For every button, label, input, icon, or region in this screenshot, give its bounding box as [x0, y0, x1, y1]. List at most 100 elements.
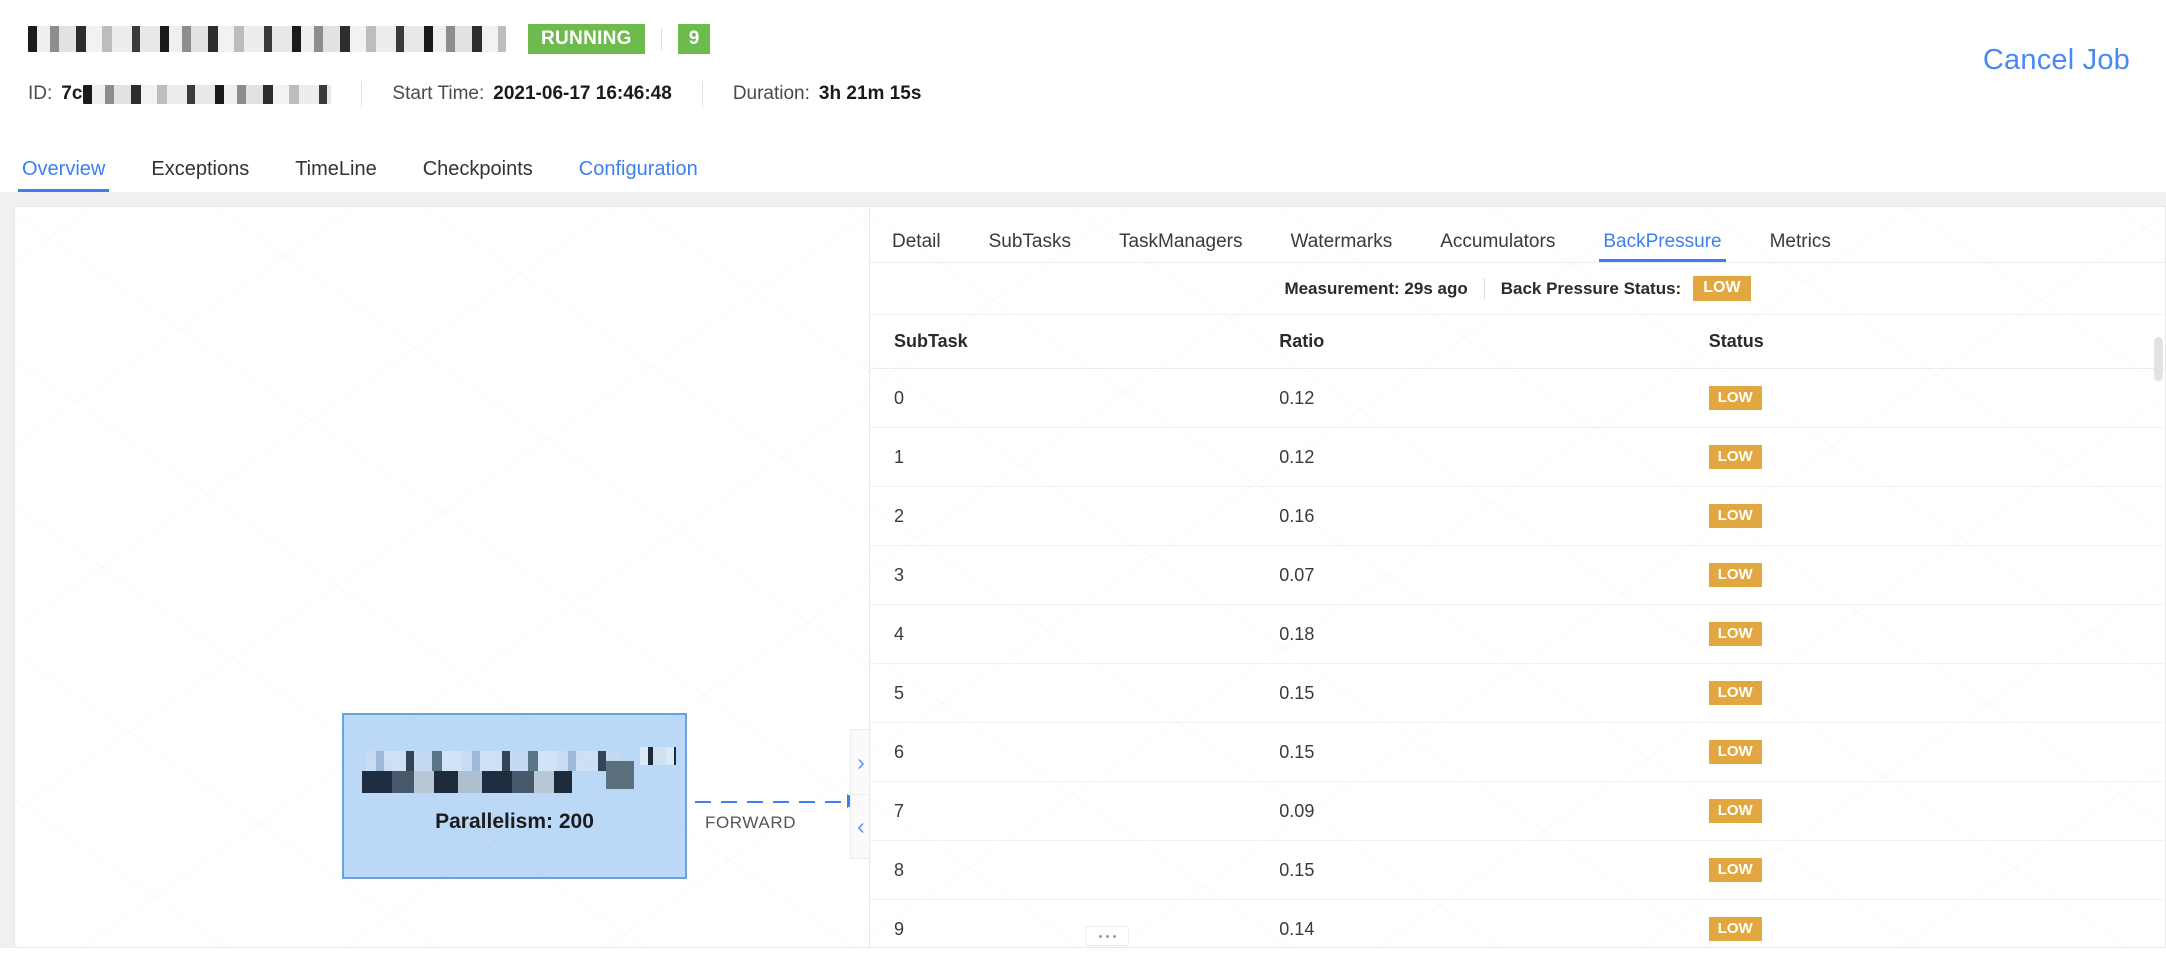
node-title-redacted-block	[606, 761, 634, 789]
dashboard-body: Parallelism: 200 FORWARD › ‹ Detail SubT…	[0, 192, 2166, 948]
cell-subtask: 4	[870, 604, 1280, 664]
dot-icon	[1105, 934, 1109, 938]
duration-value: 3h 21m 15s	[818, 83, 922, 104]
node-title-redacted-line2	[362, 771, 572, 793]
pane-collapse-controls: › ‹	[850, 729, 869, 859]
cell-ratio: 0.07	[1279, 545, 1709, 605]
meta-divider-1	[361, 81, 363, 107]
table-row[interactable]: 4 0.18 LOW	[870, 604, 2165, 664]
column-header-subtask[interactable]: SubTask	[870, 315, 1280, 369]
cell-ratio: 0.15	[1279, 722, 1709, 782]
meta-divider-2	[701, 81, 703, 107]
table-row[interactable]: 8 0.15 LOW	[870, 840, 2165, 900]
cell-ratio: 0.12	[1279, 427, 1709, 487]
cell-ratio: 0.18	[1279, 604, 1709, 664]
cell-status: LOW	[1708, 781, 2165, 841]
id-value: 7c	[61, 83, 83, 104]
cell-ratio: 0.15	[1279, 840, 1709, 900]
cell-subtask: 6	[870, 722, 1280, 782]
cell-ratio: 0.16	[1279, 486, 1709, 546]
pane-resize-handle[interactable]	[1085, 926, 1129, 946]
back-pressure-status-label: Back Pressure Status:	[1500, 278, 1682, 298]
table-row[interactable]: 6 0.15 LOW	[870, 722, 2165, 782]
job-graph-pane[interactable]: Parallelism: 200 FORWARD › ‹	[14, 206, 869, 948]
subtab-taskmanagers[interactable]: TaskManagers	[1119, 232, 1243, 262]
job-header: RUNNING 9 ID: 7c Start Time: 2021-06-17 …	[0, 0, 2166, 140]
detail-scrollbar-thumb[interactable]	[2154, 337, 2163, 381]
table-row[interactable]: 3 0.07 LOW	[870, 545, 2165, 605]
chevron-left-icon[interactable]: ‹	[850, 794, 869, 859]
job-meta-row: ID: 7c Start Time: 2021-06-17 16:46:48 D…	[28, 81, 2166, 107]
cell-status: LOW	[1708, 545, 2165, 605]
count-badge: 9	[677, 24, 711, 54]
cell-status: LOW	[1708, 899, 2165, 947]
table-row[interactable]: 1 0.12 LOW	[870, 427, 2165, 487]
subtab-subtasks[interactable]: SubTasks	[989, 232, 1071, 262]
cell-subtask: 7	[870, 781, 1280, 841]
table-row[interactable]: 7 0.09 LOW	[870, 781, 2165, 841]
start-time-label: Start Time:	[392, 83, 485, 104]
subtab-watermarks[interactable]: Watermarks	[1291, 232, 1393, 262]
cell-status: LOW	[1708, 840, 2165, 900]
graph-edge-line	[695, 801, 855, 803]
node-parallelism-label: Parallelism: 200	[435, 810, 594, 833]
id-label: ID:	[28, 83, 53, 104]
table-row[interactable]: 5 0.15 LOW	[870, 663, 2165, 723]
subtab-backpressure[interactable]: BackPressure	[1599, 232, 1726, 262]
operator-detail-pane: Detail SubTasks TaskManagers Watermarks …	[869, 206, 2166, 948]
cell-status: LOW	[1708, 722, 2165, 782]
detail-scrollbar[interactable]	[2154, 337, 2163, 937]
cell-status: LOW	[1708, 368, 2165, 428]
back-pressure-status-badge: LOW	[1693, 276, 1751, 301]
cell-subtask: 3	[870, 545, 1280, 605]
tab-overview[interactable]: Overview	[17, 159, 110, 192]
cell-subtask: 1	[870, 427, 1280, 487]
table-row[interactable]: 0 0.12 LOW	[870, 368, 2165, 428]
job-title-redacted	[28, 26, 506, 52]
status-badge: LOW	[1708, 799, 1762, 823]
table-row[interactable]: 2 0.16 LOW	[870, 486, 2165, 546]
cell-status: LOW	[1708, 486, 2165, 546]
job-title-row: RUNNING 9	[28, 18, 2166, 60]
tab-configuration[interactable]: Configuration	[579, 159, 698, 192]
subtab-detail[interactable]: Detail	[892, 232, 941, 262]
status-badge: LOW	[1708, 681, 1762, 705]
table-row[interactable]: 9 0.14 LOW	[870, 899, 2165, 947]
status-badge: RUNNING	[528, 24, 645, 54]
status-badge: LOW	[1708, 917, 1762, 941]
cell-ratio: 0.15	[1279, 663, 1709, 723]
cell-status: LOW	[1708, 663, 2165, 723]
graph-node-operator[interactable]: Parallelism: 200	[342, 713, 687, 879]
main-tab-bar: Overview Exceptions TimeLine Checkpoints…	[0, 140, 2166, 192]
tab-timeline[interactable]: TimeLine	[295, 159, 377, 192]
subtab-accumulators[interactable]: Accumulators	[1440, 232, 1555, 262]
dot-icon	[1098, 934, 1102, 938]
status-badge: LOW	[1708, 386, 1762, 410]
status-badge: LOW	[1708, 858, 1762, 882]
dot-icon	[1112, 934, 1116, 938]
node-title-redacted-tail	[640, 747, 676, 765]
status-badge: LOW	[1708, 622, 1762, 646]
table-header-row: SubTask Ratio Status	[870, 315, 2165, 369]
chevron-right-icon[interactable]: ›	[850, 729, 869, 794]
subtab-metrics[interactable]: Metrics	[1770, 232, 1831, 262]
tab-exceptions[interactable]: Exceptions	[151, 159, 249, 192]
cancel-job-button[interactable]: Cancel Job	[1983, 44, 2130, 77]
tab-checkpoints[interactable]: Checkpoints	[423, 159, 533, 192]
cell-ratio: 0.12	[1279, 368, 1709, 428]
column-header-ratio[interactable]: Ratio	[1279, 315, 1709, 369]
cell-ratio: 0.14	[1279, 899, 1709, 947]
graph-edge-label: FORWARD	[705, 813, 797, 832]
status-badge: LOW	[1708, 563, 1762, 587]
start-time-value: 2021-06-17 16:46:48	[493, 83, 672, 104]
node-title-redacted-line1	[366, 751, 621, 771]
cell-status: LOW	[1708, 427, 2165, 487]
backpressure-table-body: 0 0.12 LOW 1 0.12 LOW 2 0.16 LOW 3 0.07 LOW 4 0.18 LOW…	[870, 368, 2165, 947]
id-redacted	[83, 84, 332, 104]
cell-subtask: 9	[870, 899, 1280, 947]
detail-tab-bar: Detail SubTasks TaskManagers Watermarks …	[870, 207, 2165, 263]
panes-container: Parallelism: 200 FORWARD › ‹ Detail SubT…	[14, 206, 2166, 948]
cell-subtask: 2	[870, 486, 1280, 546]
header-divider	[660, 28, 662, 50]
column-header-status[interactable]: Status	[1708, 315, 2165, 369]
